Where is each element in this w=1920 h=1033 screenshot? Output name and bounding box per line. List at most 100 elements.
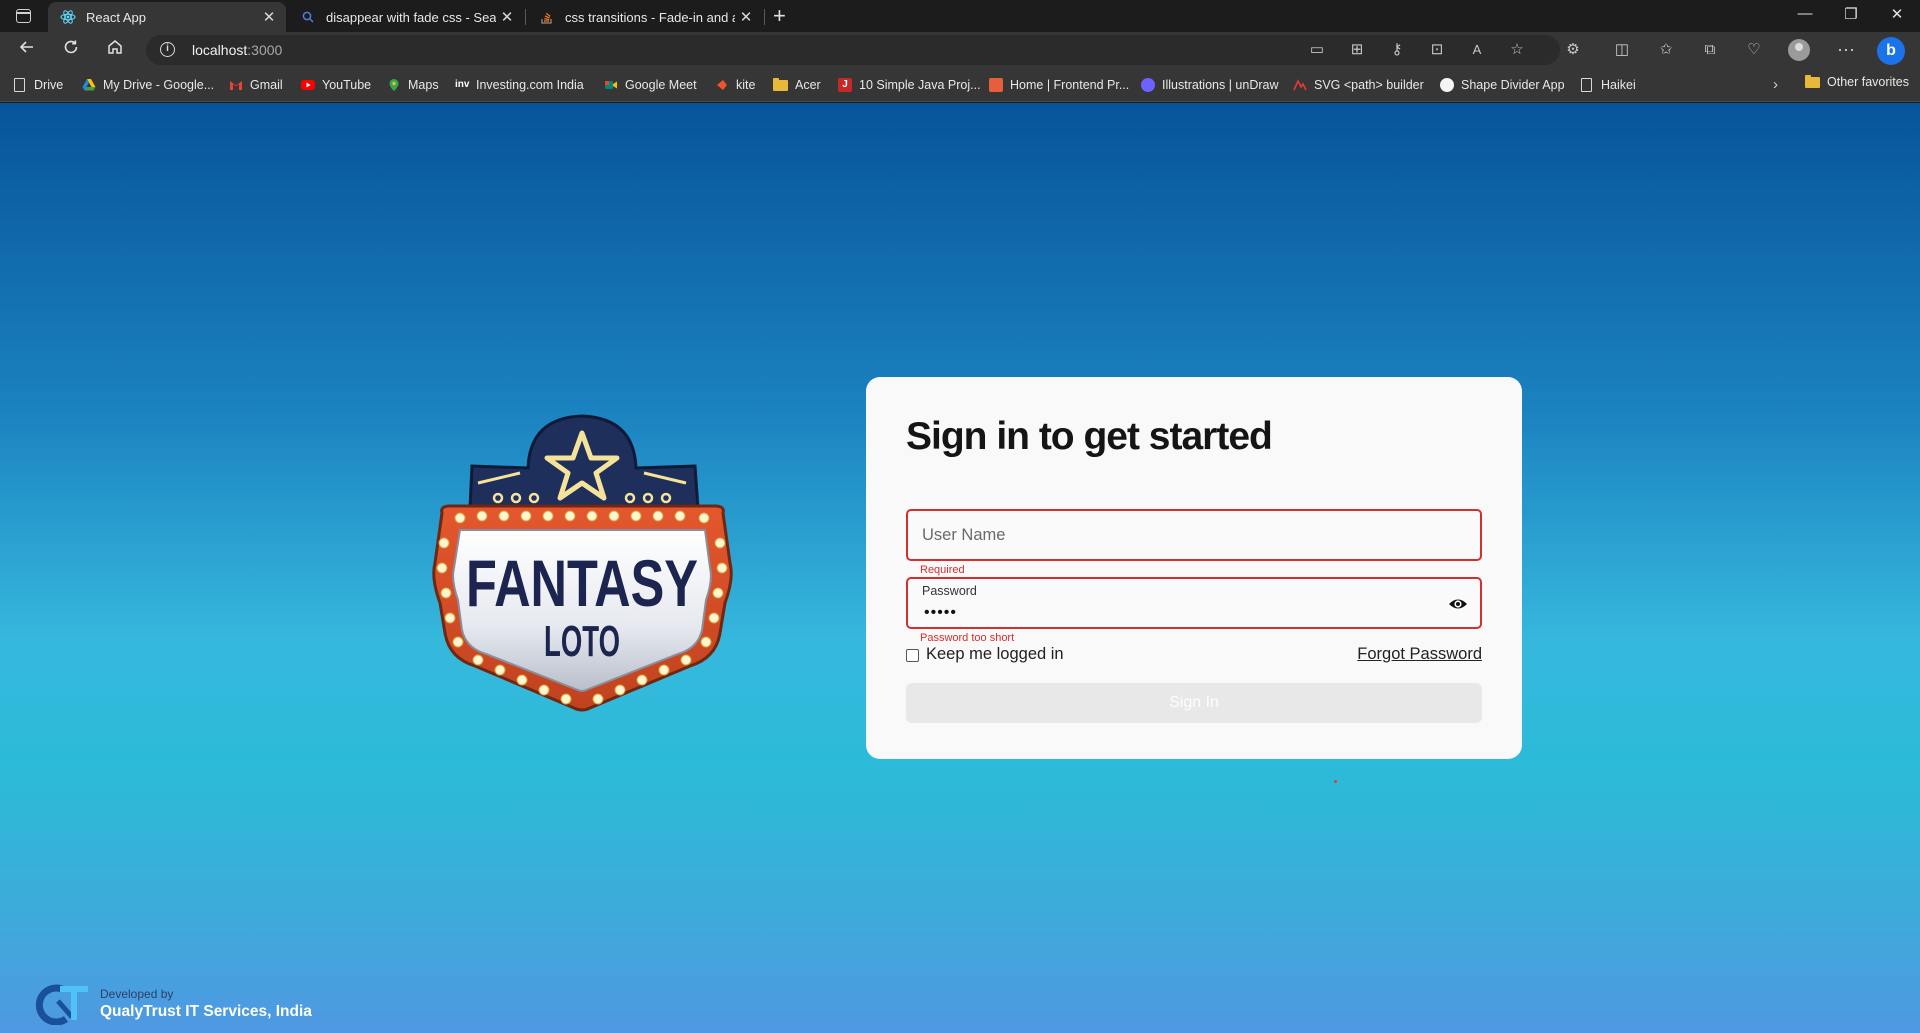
tab-bar: React App ✕ disappear with fade css - Se…	[0, 0, 1920, 32]
browser-toolbar: i localhost:3000 ▭ ⊞ ⚷ ⊡ A ☆ ⚙ ◫ ✩ ⧉ ♡ ⋯…	[0, 32, 1920, 68]
signin-button[interactable]: Sign In	[906, 683, 1482, 723]
bookmark-label: Shape Divider App	[1461, 78, 1565, 92]
bookmark-label: Drive	[34, 78, 64, 92]
bookmark-gmail[interactable]: Gmail	[229, 75, 283, 95]
bookmark-label: Google Meet	[625, 78, 697, 92]
bookmark-maps[interactable]: Maps	[387, 75, 439, 95]
browser-essentials-icon[interactable]: ♡	[1744, 40, 1764, 60]
immersive-reader-icon[interactable]: ⊞	[1347, 40, 1367, 60]
restore-icon[interactable]: ❐	[1828, 5, 1874, 23]
home-icon[interactable]	[102, 38, 128, 62]
bookmark-youtube[interactable]: YouTube	[301, 75, 371, 95]
more-menu-icon[interactable]: ⋯	[1836, 40, 1856, 60]
stackoverflow-icon	[539, 9, 555, 25]
profile-avatar[interactable]	[1788, 39, 1810, 61]
password-field[interactable]: Password •••••	[906, 577, 1482, 629]
url-port: :3000	[247, 42, 283, 58]
frontend-icon	[989, 78, 1003, 92]
bookmark-acer[interactable]: Acer	[773, 75, 821, 95]
bookmark-label: Acer	[795, 78, 821, 92]
username-error: Required	[920, 564, 965, 576]
extensions-icon[interactable]: ⚙	[1563, 40, 1583, 60]
shape-divider-icon	[1440, 78, 1454, 92]
bookmark-label: Illustrations | unDraw	[1162, 78, 1279, 92]
page-icon	[14, 78, 25, 92]
bookmark-label: Investing.com India	[476, 78, 584, 92]
bookmark-drive[interactable]: Drive	[14, 75, 63, 95]
bookmark-label: kite	[736, 78, 756, 92]
logo-line1: FANTASY	[466, 546, 698, 620]
app-available-icon[interactable]: ▭	[1307, 40, 1327, 60]
close-window-icon[interactable]: ✕	[1874, 5, 1920, 23]
collections-icon[interactable]: ⧉	[1700, 40, 1720, 60]
favorites-icon[interactable]: ✩	[1656, 40, 1676, 60]
kite-icon	[715, 78, 729, 92]
cursor-dot	[1334, 780, 1337, 783]
username-field[interactable]	[906, 509, 1482, 561]
google-drive-icon	[82, 78, 96, 92]
undraw-icon	[1141, 78, 1155, 92]
bookmark-svg-builder[interactable]: SVG <path> builder	[1293, 75, 1424, 95]
url-host: localhost	[192, 42, 248, 58]
bookmark-google-meet[interactable]: Google Meet	[604, 75, 697, 95]
tab-stackoverflow[interactable]: css transitions - Fade-in and app ✕	[527, 2, 763, 32]
minimize-icon[interactable]: —	[1782, 5, 1828, 22]
split-screen-icon[interactable]: ◫	[1612, 40, 1632, 60]
close-icon[interactable]: ✕	[735, 8, 757, 26]
tab-search[interactable]: disappear with fade css - Search ✕	[288, 2, 524, 32]
react-icon	[60, 9, 76, 25]
new-tab-button[interactable]: +	[773, 3, 786, 29]
bookmark-shape-divider[interactable]: Shape Divider App	[1440, 75, 1565, 95]
tab-label: React App	[86, 9, 146, 25]
read-aloud-icon[interactable]: A	[1467, 40, 1487, 60]
keep-logged-in-checkbox[interactable]	[906, 649, 919, 662]
fantasy-loto-logo: FANTASY LOTO	[420, 408, 745, 718]
signin-title: Sign in to get started	[906, 415, 1273, 458]
bookmark-frontend[interactable]: Home | Frontend Pr...	[989, 75, 1129, 95]
password-label: Password	[922, 584, 977, 598]
eye-icon[interactable]	[1448, 594, 1468, 614]
bookmark-kite[interactable]: kite	[715, 75, 755, 95]
bookmark-label: Other favorites	[1827, 75, 1909, 89]
bookmark-other-favorites[interactable]: Other favorites	[1805, 74, 1909, 89]
forgot-password-link[interactable]: Forgot Password	[1357, 645, 1482, 664]
favorite-star-icon[interactable]: ☆	[1507, 40, 1527, 60]
chevron-right-icon[interactable]: ›	[1773, 76, 1778, 93]
bookmark-investing[interactable]: inv Investing.com India	[455, 75, 584, 95]
svg-builder-icon	[1293, 78, 1307, 92]
signin-card: Sign in to get started Required Password…	[866, 377, 1522, 759]
close-icon[interactable]: ✕	[496, 8, 518, 26]
youtube-icon	[301, 78, 315, 92]
bookmark-label: Home | Frontend Pr...	[1010, 78, 1130, 92]
back-icon[interactable]	[14, 38, 40, 62]
folder-icon	[773, 77, 788, 91]
bookmark-label: YouTube	[322, 78, 372, 92]
bookmark-undraw[interactable]: Illustrations | unDraw	[1141, 75, 1279, 95]
tab-actions-icon[interactable]	[16, 9, 31, 23]
apps-icon[interactable]: ⊡	[1427, 40, 1447, 60]
address-bar[interactable]: i localhost:3000 ▭ ⊞ ⚷ ⊡ A ☆	[146, 35, 1560, 65]
keep-logged-in-label[interactable]: Keep me logged in	[926, 645, 1064, 664]
folder-icon	[1805, 74, 1820, 88]
password-error: Password too short	[920, 632, 1015, 644]
bing-icon[interactable]: b	[1877, 37, 1905, 65]
close-icon[interactable]: ✕	[258, 8, 280, 26]
refresh-icon[interactable]	[58, 38, 84, 62]
tab-label: css transitions - Fade-in and app	[565, 9, 735, 25]
tab-react-app[interactable]: React App ✕	[48, 2, 286, 32]
bookmark-label: Haikei	[1601, 78, 1636, 92]
bookmark-my-drive[interactable]: My Drive - Google...	[82, 75, 214, 95]
page-icon	[1581, 78, 1592, 92]
app-page: FANTASY LOTO Sign in to get started Requ…	[0, 103, 1920, 1033]
url-text[interactable]: localhost:3000	[192, 42, 282, 58]
bookmark-java-projects[interactable]: J 10 Simple Java Proj...	[838, 75, 981, 95]
site-info-icon[interactable]: i	[160, 42, 175, 57]
key-icon[interactable]: ⚷	[1387, 40, 1407, 60]
bookmark-haikei[interactable]: Haikei	[1581, 75, 1636, 95]
password-value[interactable]: •••••	[924, 604, 957, 622]
bookmark-label: Maps	[408, 78, 439, 92]
username-input[interactable]	[922, 511, 1442, 559]
tab-separator	[525, 9, 526, 25]
bookmark-label: 10 Simple Java Proj...	[859, 78, 981, 92]
tab-label: disappear with fade css - Search	[326, 9, 496, 25]
